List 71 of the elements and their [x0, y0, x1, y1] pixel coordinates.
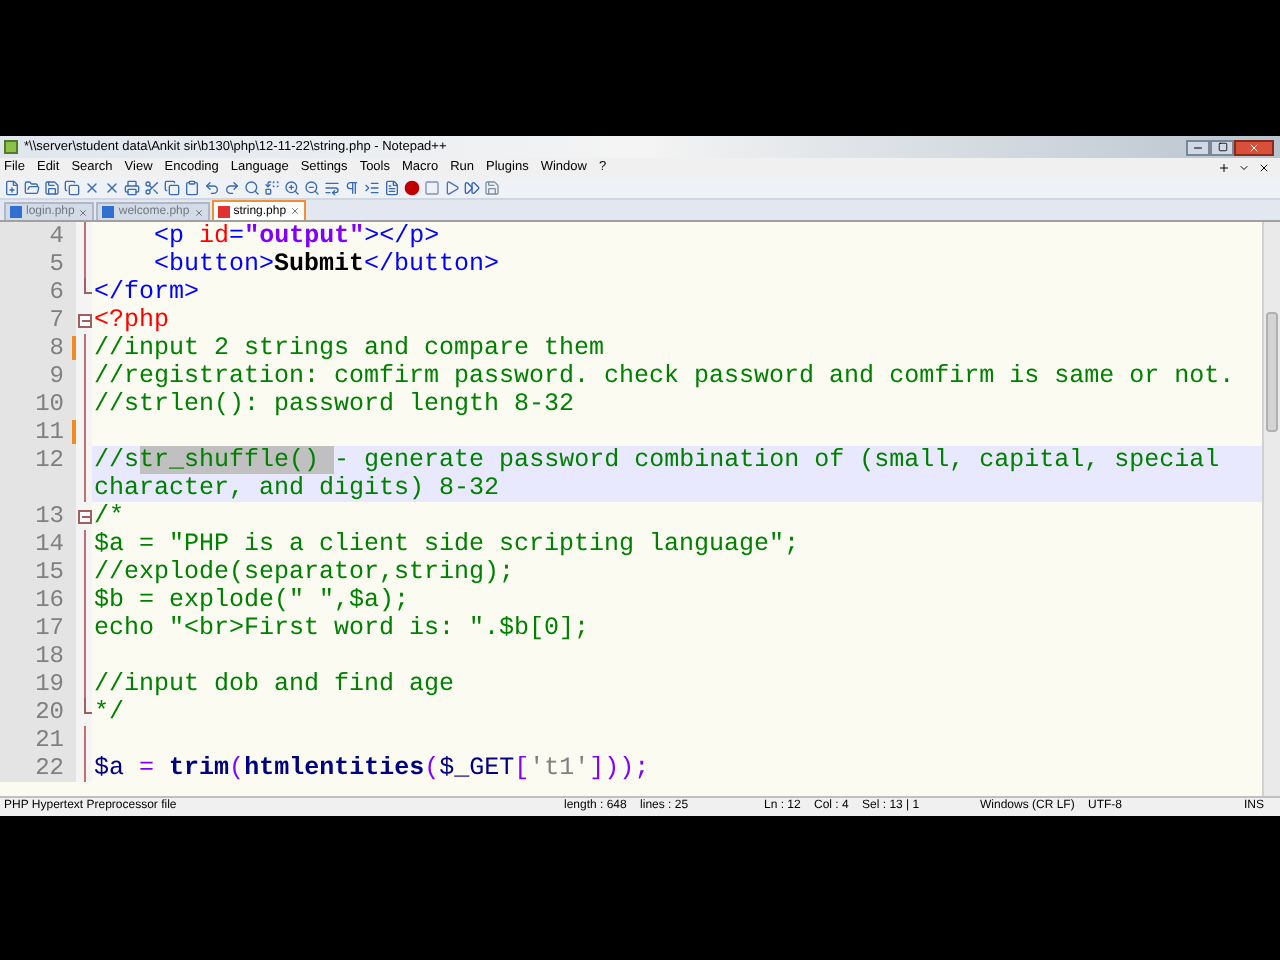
code-line: //explode(separator,string);: [92, 558, 517, 586]
code-line: $a = trim(htmlentities($_GET['t1']));: [92, 754, 652, 782]
fold-toggle-icon[interactable]: [78, 314, 92, 328]
play-icon[interactable]: [444, 180, 460, 196]
code-line: //strlen(): password length 8-32: [92, 390, 577, 418]
line-number: 8: [0, 334, 76, 362]
redo-icon[interactable]: [224, 180, 240, 196]
save-icon[interactable]: [44, 180, 60, 196]
line-number: 12: [0, 446, 76, 502]
add-icon[interactable]: [1218, 162, 1230, 174]
minimize-icon: [1192, 141, 1204, 153]
line-number: 10: [0, 390, 76, 418]
fold-toggle-icon[interactable]: [78, 510, 92, 524]
file-status-icon: [10, 206, 22, 218]
maximize-icon: [1217, 142, 1227, 152]
dropdown-icon[interactable]: [1238, 162, 1250, 174]
minimize-button[interactable]: [1186, 139, 1210, 155]
line-number: 11: [0, 418, 76, 446]
maximize-button[interactable]: [1210, 139, 1234, 155]
copy-icon[interactable]: [164, 180, 180, 196]
new-file-icon[interactable]: [4, 180, 20, 196]
print-icon[interactable]: [124, 180, 140, 196]
close-icon[interactable]: [1258, 162, 1270, 174]
paste-icon[interactable]: [184, 180, 200, 196]
code-line: </form>: [92, 278, 202, 306]
code-line: $a = "PHP is a client side scripting language";: [92, 530, 802, 558]
line-number: 16: [0, 586, 76, 614]
close-icon: [1248, 141, 1260, 153]
code-line: echo "<br>First word is: ".$b[0];: [92, 614, 592, 642]
line-number: 22: [0, 754, 76, 782]
code-line: //registration: comfirm password. check password and comfirm is same or not.: [92, 362, 1237, 390]
line-number: 7: [0, 306, 76, 334]
zoom-out-icon[interactable]: [304, 180, 320, 196]
zoom-in-icon[interactable]: [284, 180, 300, 196]
line-number: 5: [0, 250, 76, 278]
code-line: /*: [92, 502, 127, 530]
code-line: <button>Submit</button>: [152, 250, 502, 278]
indent-icon[interactable]: [364, 180, 380, 196]
file-status-icon: [102, 206, 115, 218]
line-number: 13: [0, 502, 76, 530]
search-icon[interactable]: [244, 180, 260, 196]
line-number: 15: [0, 558, 76, 586]
vertical-scrollbar[interactable]: [1262, 222, 1280, 796]
undo-icon[interactable]: [204, 180, 220, 196]
line-number: 19: [0, 670, 76, 698]
code-line: */: [92, 698, 127, 726]
file-status-icon: [217, 205, 230, 217]
record-icon[interactable]: [404, 180, 420, 196]
folder-icon[interactable]: [24, 180, 40, 196]
code-line: <?php: [92, 306, 172, 334]
scrollbar-thumb[interactable]: [1266, 312, 1278, 432]
fast-forward-icon[interactable]: [464, 180, 480, 196]
code-line: //input dob and find age: [92, 670, 457, 698]
close-button[interactable]: [1234, 139, 1274, 155]
code-line: //input 2 strings and compare them: [92, 334, 607, 362]
line-number: 17: [0, 614, 76, 642]
line-number: 20: [0, 698, 76, 726]
line-number: 14: [0, 530, 76, 558]
line-number: 6: [0, 278, 76, 306]
line-number: 9: [0, 362, 76, 390]
wrap-icon[interactable]: [324, 180, 340, 196]
app-icon: [4, 140, 18, 154]
code-line: <p id="output"></p>: [152, 222, 442, 250]
pilcrow-icon[interactable]: [344, 180, 360, 196]
code-editor[interactable]: [0, 222, 1280, 796]
code-line: $b = explode(" ",$a);: [92, 586, 412, 614]
line-number: 4: [0, 222, 76, 250]
document-icon[interactable]: [384, 180, 400, 196]
cut-icon[interactable]: [144, 180, 160, 196]
line-number: 18: [0, 642, 76, 670]
line-number: 21: [0, 726, 76, 754]
